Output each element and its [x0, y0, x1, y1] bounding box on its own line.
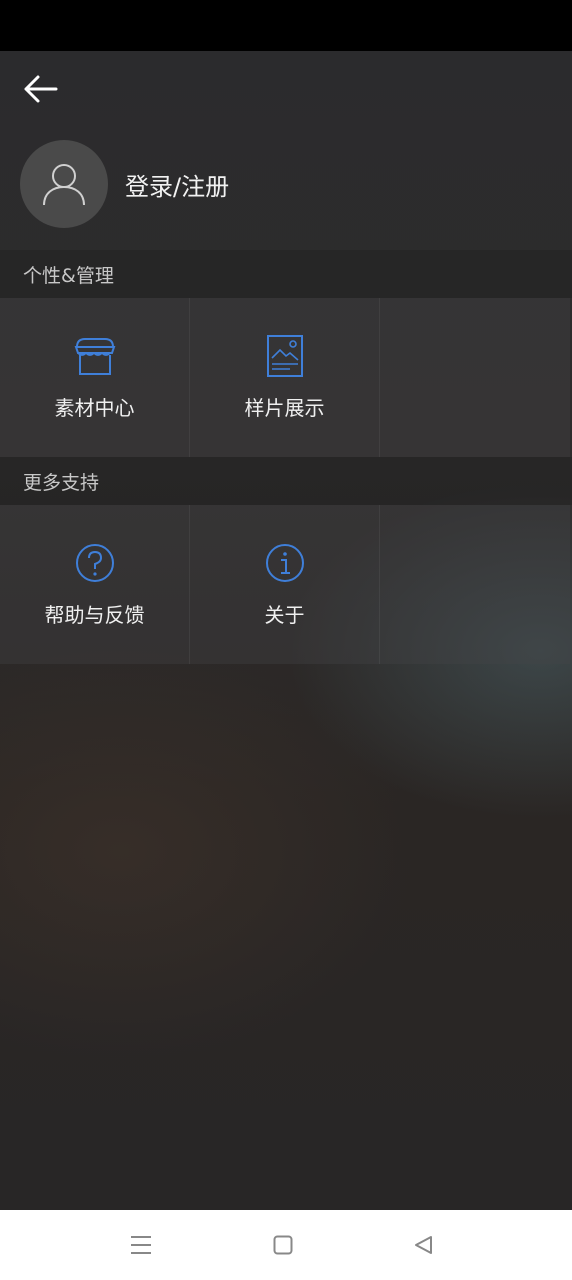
- side-menu: 登录/注册 个性&管理 素材中心 样片展示 更多支持 帮助与反馈 关于: [0, 51, 572, 1210]
- about-button[interactable]: 关于: [190, 505, 380, 664]
- back-nav-button[interactable]: [410, 1232, 436, 1258]
- section-header-support: 更多支持: [0, 457, 572, 505]
- back-triangle-icon: [415, 1236, 432, 1254]
- home-square-icon: [273, 1235, 293, 1255]
- avatar[interactable]: [20, 140, 108, 228]
- store-icon: [73, 334, 117, 378]
- menu-icon: [131, 1236, 151, 1254]
- login-profile[interactable]: 登录/注册: [20, 140, 229, 228]
- home-button[interactable]: [270, 1232, 296, 1258]
- about-label: 关于: [264, 603, 305, 627]
- status-bar: [0, 0, 572, 51]
- info-circle-icon: [263, 541, 307, 585]
- section-header-personal: 个性&管理: [0, 250, 572, 298]
- material-center-label: 素材中心: [54, 396, 135, 420]
- empty-cell: [380, 505, 570, 664]
- help-circle-icon: [73, 541, 117, 585]
- user-icon: [43, 164, 85, 206]
- system-nav-bar: [0, 1210, 572, 1280]
- help-feedback-label: 帮助与反馈: [44, 603, 145, 627]
- help-feedback-button[interactable]: 帮助与反馈: [0, 505, 190, 664]
- back-button[interactable]: [18, 69, 62, 109]
- material-center-button[interactable]: 素材中心: [0, 298, 190, 457]
- login-register-label[interactable]: 登录/注册: [125, 167, 229, 202]
- grid-support: 帮助与反馈 关于: [0, 505, 572, 664]
- arrow-left-icon: [24, 75, 58, 103]
- sample-showcase-button[interactable]: 样片展示: [190, 298, 380, 457]
- menu-button[interactable]: [128, 1232, 154, 1258]
- empty-cell: [380, 298, 570, 457]
- grid-personal: 素材中心 样片展示: [0, 298, 572, 457]
- image-document-icon: [263, 334, 307, 378]
- sample-showcase-label: 样片展示: [244, 396, 325, 420]
